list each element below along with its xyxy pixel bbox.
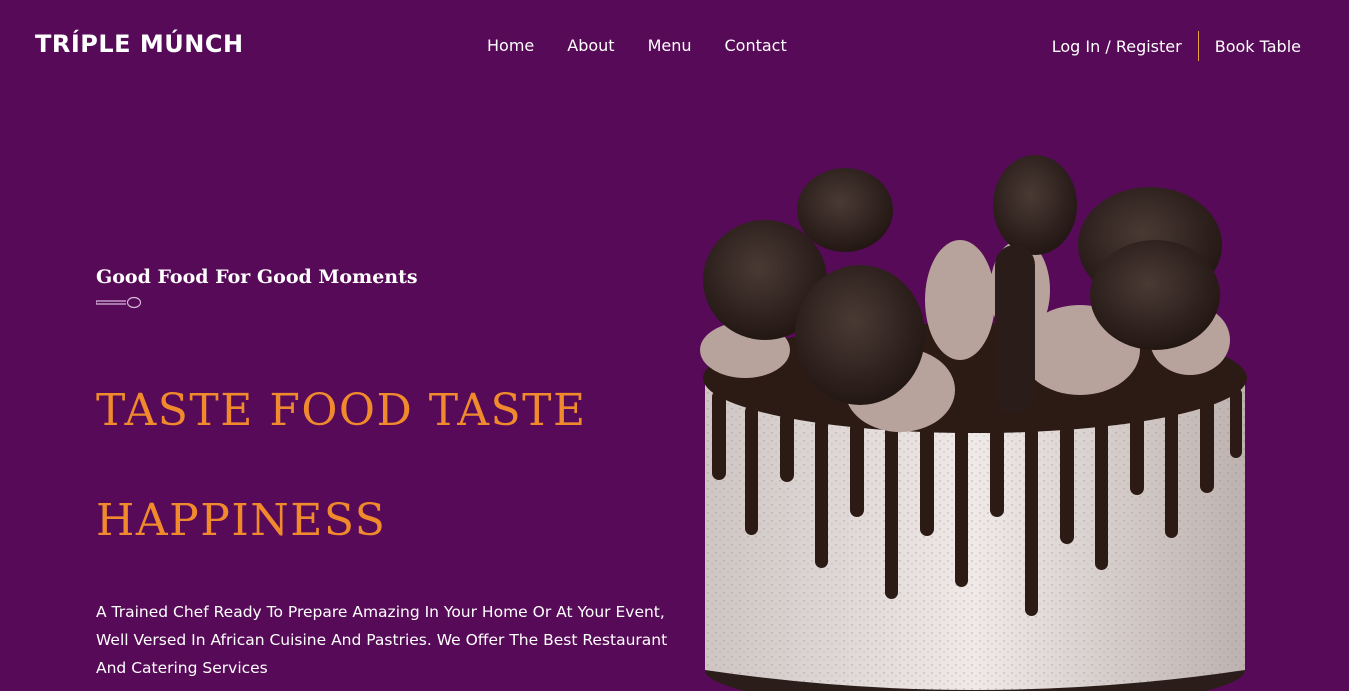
brand-logo[interactable]: TRÍPLE MÚNCH bbox=[35, 32, 244, 56]
nav-item-home[interactable]: Home bbox=[487, 36, 534, 55]
nav-item-about[interactable]: About bbox=[567, 36, 614, 55]
nav-item-menu[interactable]: Menu bbox=[648, 36, 692, 55]
auth-divider bbox=[1197, 31, 1199, 61]
hero-headline-line2: HAPPINESS bbox=[96, 495, 387, 546]
cake-image bbox=[700, 155, 1247, 691]
login-register-link[interactable]: Log In / Register bbox=[1052, 37, 1182, 56]
spoon-icon bbox=[96, 296, 142, 309]
hero-headline: TASTE FOOD TASTE HAPPINESS bbox=[96, 356, 656, 576]
hero-tagline: Good Food For Good Moments bbox=[96, 266, 418, 288]
auth-actions: Log In / Register Book Table bbox=[1052, 31, 1301, 61]
book-table-link[interactable]: Book Table bbox=[1215, 37, 1301, 56]
hero-description: A Trained Chef Ready To Prepare Amazing … bbox=[96, 602, 668, 677]
hero-headline-line1: TASTE FOOD TASTE bbox=[96, 385, 587, 436]
nav-item-contact[interactable]: Contact bbox=[725, 36, 787, 55]
landing-page: TRÍPLE MÚNCH Home About Menu Contact Log… bbox=[0, 0, 1349, 691]
main-nav: Home About Menu Contact bbox=[487, 36, 820, 55]
